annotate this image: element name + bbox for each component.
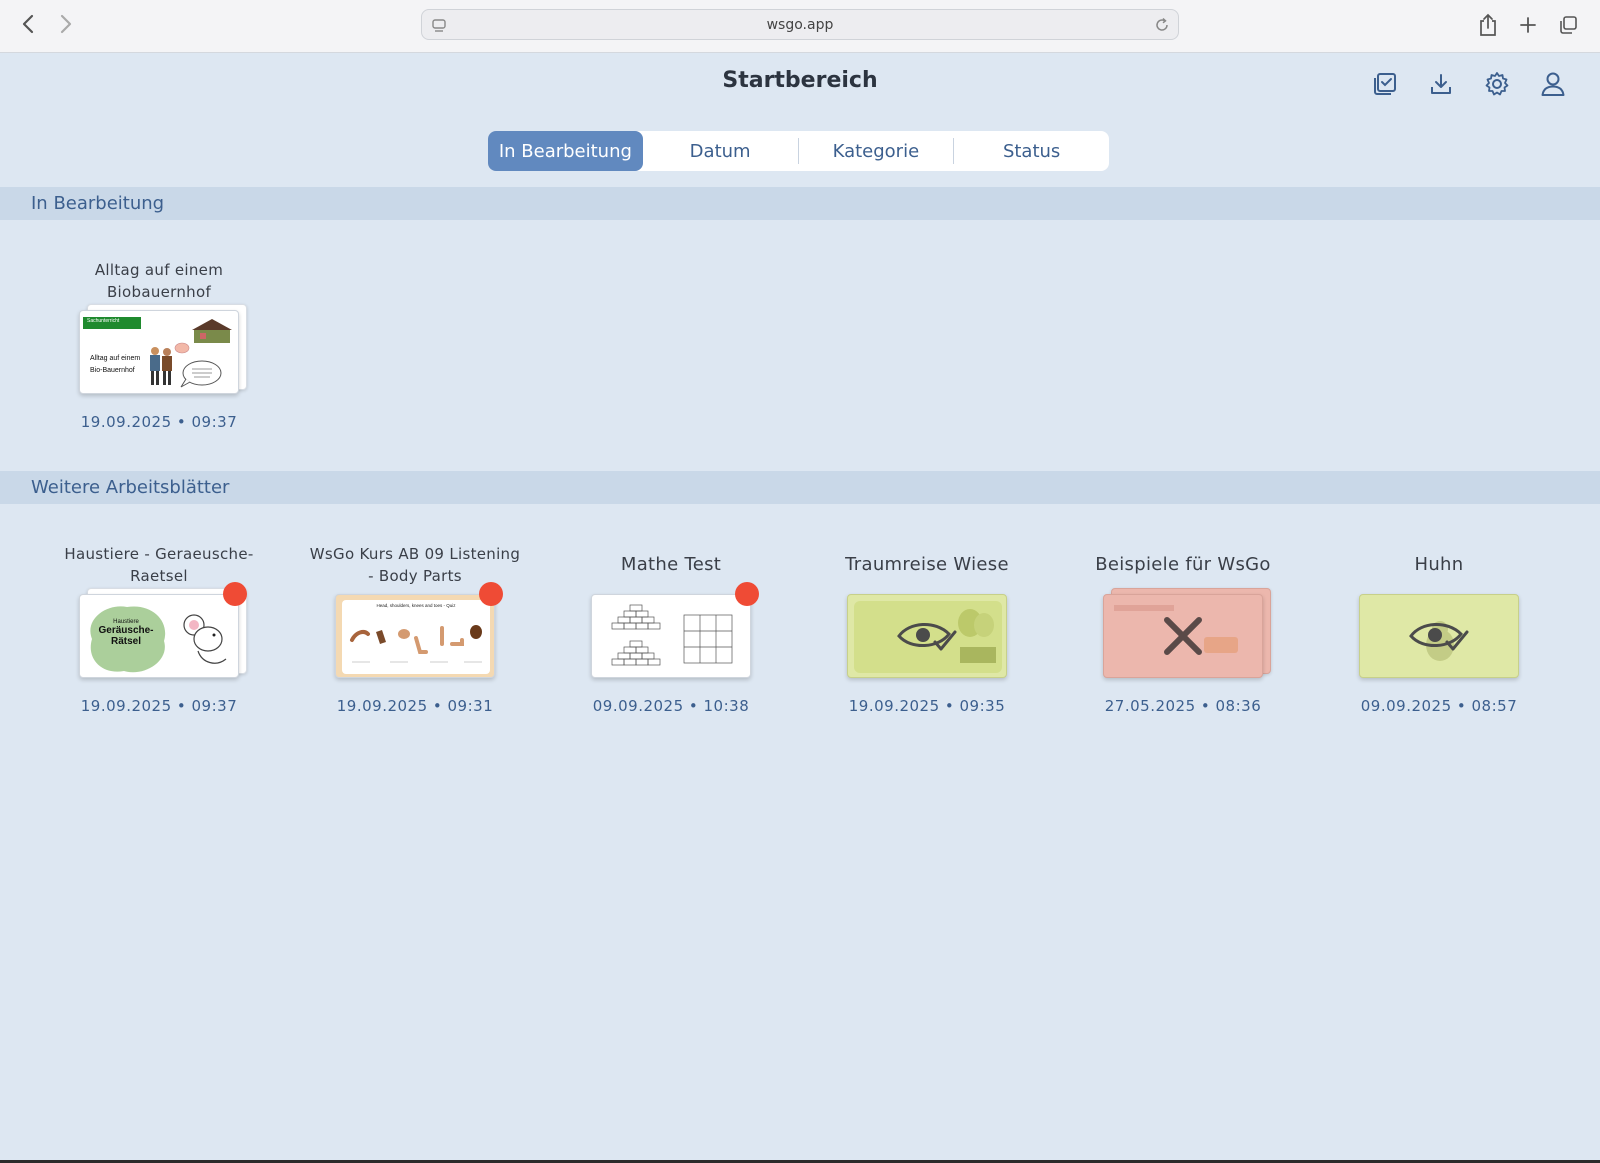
worksheet-date: 19.09.2025 • 09:37 (80, 413, 238, 431)
thumb-category-banner: Sachunterricht (83, 317, 141, 329)
worksheet-card[interactable]: Alltag auf einem Biobauernhof Sachunterr… (49, 258, 269, 458)
sort-tabs: In Bearbeitung Datum Kategorie Status (488, 131, 1109, 171)
share-icon (1480, 13, 1496, 36)
download-icon (1431, 74, 1451, 94)
thumb-heading-line: Alltag auf einem (90, 355, 141, 362)
speech-bubble-illustration (180, 360, 222, 388)
worksheet-thumbnail[interactable] (847, 594, 1011, 686)
forward-button[interactable] (52, 10, 80, 38)
chevron-left-icon (22, 14, 34, 34)
thumbnail-image (847, 594, 1007, 678)
thumb-line (1114, 605, 1174, 611)
user-icon (1541, 72, 1565, 96)
select-worksheets-button[interactable] (1370, 69, 1400, 99)
eye-check-icon (897, 623, 957, 651)
worksheet-card[interactable]: Haustiere - Geraeusche-Raetsel Haustiere… (49, 542, 269, 742)
pig-illustration (174, 342, 190, 354)
thumb-heading: Head, shoulders, knees and toes - Quiz (376, 603, 456, 608)
section-label: Weitere Arbeitsblätter (31, 477, 230, 498)
worksheet-thumbnail[interactable] (591, 582, 759, 686)
farm-house-illustration (192, 319, 232, 343)
butterfly-illustration (958, 609, 996, 663)
tabs-icon (1560, 16, 1577, 34)
worksheet-thumbnail[interactable]: Head, shoulders, knees and toes - Quiz (335, 582, 503, 686)
thumb-heading-line: Bio-Bauernhof (90, 367, 135, 374)
eye-check-icon (1409, 623, 1469, 651)
farmer-illustration (150, 347, 172, 385)
thumbnail-image (1103, 594, 1263, 678)
tab-in-bearbeitung[interactable]: In Bearbeitung (488, 131, 643, 171)
new-badge (735, 582, 759, 606)
worksheet-title: Alltag auf einem Biobauernhof (94, 261, 224, 301)
thumbnail-image (1359, 594, 1519, 678)
mouse-illustration (183, 614, 227, 664)
worksheet-date: 19.09.2025 • 09:35 (848, 697, 1006, 715)
plus-icon (1520, 17, 1536, 33)
tab-datum[interactable]: Datum (643, 131, 798, 171)
worksheet-date: 27.05.2025 • 08:36 (1104, 697, 1262, 715)
profile-button[interactable] (1538, 69, 1568, 99)
share-button[interactable] (1475, 12, 1501, 38)
section-header-more-worksheets: Weitere Arbeitsblätter (0, 471, 1600, 504)
worksheet-card[interactable]: Mathe Test 09.09.2025 • 10:38 (561, 542, 781, 742)
download-button[interactable] (1426, 69, 1456, 99)
chevron-right-icon (60, 14, 72, 34)
url-text: wsgo.app (766, 17, 834, 33)
checklist-icon (1374, 73, 1396, 95)
worksheet-card[interactable]: Traumreise Wiese 19.09.2025 • 09:35 (817, 542, 1037, 742)
thumbnail-image: Head, shoulders, knees and toes - Quiz (335, 594, 495, 678)
thumbnail-image (591, 594, 751, 678)
worksheet-card[interactable]: Huhn 09.09.2025 • 08:57 (1329, 542, 1549, 742)
tabs-overview-button[interactable] (1555, 12, 1581, 38)
worksheet-thumbnail[interactable]: Haustiere Geräusche- Rätsel (79, 582, 247, 686)
math-pyramid-illustration (611, 604, 733, 666)
body-parts-illustration (350, 625, 482, 663)
thumb-heading-line: Rätsel (110, 636, 141, 647)
thumbnail-image: Haustiere Geräusche- Rätsel (79, 594, 239, 678)
thumb-category-text: Sachunterricht (87, 318, 120, 324)
worksheet-title: Beispiele für WsGo (1095, 554, 1271, 575)
worksheet-thumbnail[interactable]: Sachunterricht Alltag auf einem Bio-Baue… (79, 304, 247, 402)
section-label: In Bearbeitung (31, 193, 165, 214)
tab-status[interactable]: Status (954, 131, 1109, 171)
new-badge (479, 582, 503, 606)
worksheet-card[interactable]: WsGo Kurs AB 09 Listening - Body Parts H… (305, 542, 525, 742)
reload-icon[interactable] (1154, 17, 1170, 37)
settings-button[interactable] (1482, 69, 1512, 99)
thumb-heading: Alltag auf einem Bio-Bauernhof (90, 353, 140, 377)
browser-toolbar: wsgo.app (0, 0, 1600, 53)
worksheet-date: 19.09.2025 • 09:37 (80, 697, 238, 715)
worksheet-date: 09.09.2025 • 08:57 (1360, 697, 1518, 715)
back-button[interactable] (14, 10, 42, 38)
page-title: Startbereich (722, 68, 878, 93)
section-header-in-progress: In Bearbeitung (0, 187, 1600, 220)
new-badge (223, 582, 247, 606)
new-tab-button[interactable] (1515, 12, 1541, 38)
close-x-icon (1164, 617, 1202, 655)
worksheet-date: 09.09.2025 • 10:38 (592, 697, 750, 715)
worksheet-card[interactable]: Beispiele für WsGo 27.05.2025 • 08:36 (1073, 542, 1293, 742)
thumb-heading-line: Geräusche- (98, 625, 154, 636)
thumb-logo (1204, 637, 1238, 653)
thumb-sheet: Head, shoulders, knees and toes - Quiz (342, 600, 490, 674)
thumbnail-image: Sachunterricht Alltag auf einem Bio-Baue… (79, 310, 239, 394)
worksheet-thumbnail[interactable] (1103, 588, 1271, 686)
worksheet-thumbnail[interactable] (1359, 594, 1523, 686)
address-bar[interactable]: wsgo.app (421, 9, 1179, 40)
worksheet-title: Huhn (1414, 554, 1464, 575)
worksheet-date: 19.09.2025 • 09:31 (336, 697, 494, 715)
worksheet-title: Traumreise Wiese (845, 554, 1009, 575)
tab-kategorie[interactable]: Kategorie (799, 131, 954, 171)
thumb-heading: Haustiere Geräusche- Rätsel (90, 619, 162, 647)
gear-icon (1485, 72, 1509, 96)
